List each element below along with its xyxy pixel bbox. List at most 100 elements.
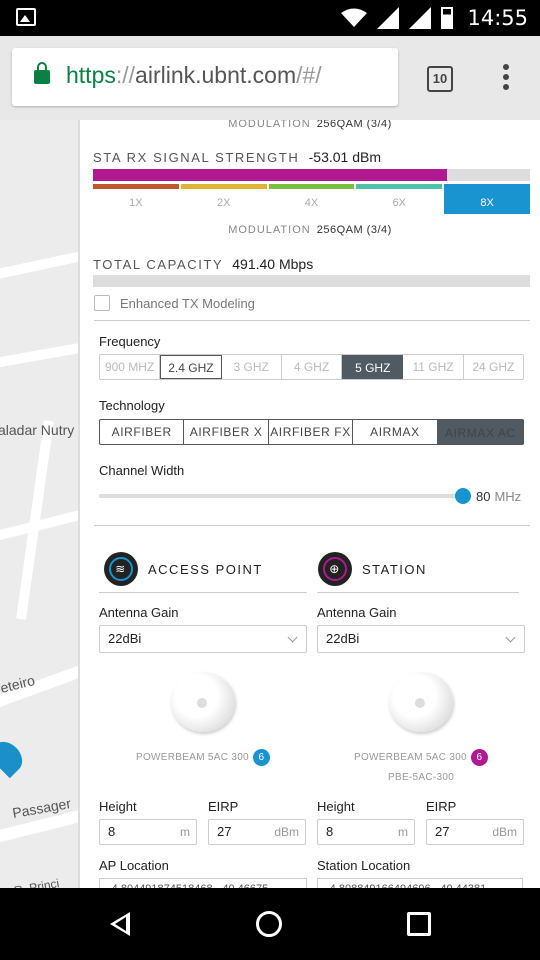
station-header-line (317, 592, 519, 593)
technology-label: Technology (99, 398, 165, 413)
technology-option-airfiber-fx[interactable]: AIRFIBER FX (269, 420, 354, 444)
lock-icon (34, 62, 50, 84)
signal-strength-value: -53.01 dBm (308, 149, 381, 165)
station-model: PBE-5AC-300 (388, 772, 455, 783)
address-bar[interactable]: https://airlink.ubnt.com/#/ (12, 48, 398, 106)
ap-height-value: 8 (108, 824, 116, 839)
frequency-option-4-ghz[interactable]: 4 GHZ (282, 355, 343, 379)
station-antenna-gain-label: Antenna Gain (317, 605, 397, 620)
frequency-option-11-ghz[interactable]: 11 GHZ (403, 355, 464, 379)
modulation-step-1x: 1X (93, 184, 179, 214)
modulation-step-2x: 2X (180, 184, 267, 214)
modulation-value: 256QAM (3/4) (316, 224, 392, 236)
channel-width-label: Channel Width (99, 463, 185, 478)
wifi-icon (341, 8, 368, 27)
channel-width-unit: MHz (494, 489, 522, 504)
ap-product-name: POWERBEAM 5AC 300 (136, 752, 249, 763)
ap-height-input[interactable]: 8m (99, 819, 197, 845)
map-label-street-4: R. Princi (13, 876, 61, 888)
frequency-option-24-ghz[interactable]: 24 GHZ (464, 355, 523, 379)
url-text[interactable]: https://airlink.ubnt.com/#/ (66, 62, 322, 89)
android-status-bar: 14:55 (0, 0, 540, 36)
tab-switcher-button[interactable]: 10 (427, 66, 453, 92)
modulation-top: MODULATION 256QAM (3/4) (80, 120, 540, 130)
channel-width-slider-thumb[interactable] (455, 488, 471, 504)
ap-eirp-input[interactable]: 27 dBm (208, 819, 306, 845)
ap-header-line (99, 592, 307, 593)
station-height-input[interactable]: 8m (317, 819, 415, 845)
modulation-top-value: 256QAM (3/4) (316, 120, 392, 130)
channel-width-number: 80 (476, 489, 491, 504)
ap-antenna-image (171, 672, 235, 732)
technology-selector: AIRFIBER AIRFIBER X AIRFIBER FX AIRMAX AIRMA… (99, 419, 524, 445)
modulation-step-4x: 4X (268, 184, 355, 214)
signal-strength-title: STA RX SIGNAL STRENGTH -53.01 dBm (93, 149, 381, 165)
url-path: /#/ (296, 62, 322, 88)
map-marker-icon[interactable] (0, 735, 29, 779)
signal-strength-bar (93, 169, 530, 181)
battery-icon (441, 7, 454, 29)
technology-option-airmax-ac[interactable]: AIRMAX AC (437, 420, 524, 444)
station-height-unit: m (398, 825, 408, 839)
modulation-step-6x: 6X (356, 184, 443, 214)
station-heading: STATION (362, 561, 427, 577)
url-host: airlink.ubnt.com (135, 62, 297, 88)
map-label-street-1: aladar Nutry (0, 422, 75, 438)
modulation-label: MODULATION (228, 224, 311, 236)
station-product[interactable]: POWERBEAM 5AC 300 6 (354, 749, 488, 766)
station-product-name: POWERBEAM 5AC 300 (354, 752, 467, 763)
enhanced-tx-row[interactable]: Enhanced TX Modeling (94, 295, 255, 311)
ap-antenna-gain-value: 22dBi (108, 631, 142, 646)
image-notification-icon (16, 8, 36, 26)
overflow-menu-icon[interactable] (496, 64, 516, 94)
station-eirp-label: EIRP (426, 799, 457, 814)
station-eirp-value: 27 (435, 824, 450, 839)
chevron-down-icon (287, 632, 298, 643)
capacity-label: TOTAL CAPACITY (93, 257, 224, 272)
frequency-option-2-4-ghz[interactable]: 2.4 GHZ (160, 355, 222, 379)
access-point-icon: ≋ (104, 552, 138, 586)
enhanced-tx-label: Enhanced TX Modeling (120, 295, 255, 311)
home-icon[interactable] (256, 911, 282, 937)
ap-count-badge: 6 (252, 749, 270, 766)
ap-antenna-gain-label: Antenna Gain (99, 605, 179, 620)
station-antenna-gain-select[interactable]: 22dBi (317, 625, 525, 653)
station-eirp-input[interactable]: 27 dBm (426, 819, 524, 845)
station-header: ⊕ STATION (318, 552, 427, 586)
signal-strength-fill (93, 169, 447, 181)
ap-location-input[interactable]: -4.804491874518468, -40.46675 (99, 878, 307, 888)
android-navigation-bar (0, 888, 540, 960)
station-icon: ⊕ (318, 552, 352, 586)
link-planner-panel: MODULATION 256QAM (3/4) STA RX SIGNAL STR… (78, 120, 540, 888)
channel-width-value: 80 MHz (476, 489, 521, 504)
ap-product[interactable]: POWERBEAM 5AC 300 6 (136, 749, 270, 766)
station-height-value: 8 (326, 824, 334, 839)
ap-eirp-label: EIRP (208, 799, 239, 814)
frequency-option-5-ghz[interactable]: 5 GHZ (342, 355, 404, 379)
station-location-label: Station Location (317, 858, 411, 873)
access-point-header: ≋ ACCESS POINT (104, 552, 263, 586)
ap-height-label: Height (99, 799, 137, 814)
map-view[interactable]: aladar Nutry eteiro Passager R. Princi (0, 120, 78, 888)
status-time: 14:55 (467, 6, 528, 30)
station-antenna-image (389, 672, 453, 732)
enhanced-tx-checkbox[interactable] (94, 295, 110, 311)
station-location-input[interactable]: -4.808849166494696, -40.44381 (317, 878, 523, 888)
modulation-scale: 1X 2X 4X 6X 8X (93, 184, 530, 214)
recent-apps-icon[interactable] (407, 912, 431, 936)
technology-option-airfiber-x[interactable]: AIRFIBER X (184, 420, 269, 444)
ap-antenna-gain-select[interactable]: 22dBi (99, 625, 307, 653)
section-divider (94, 320, 530, 321)
modulation-top-label: MODULATION (228, 120, 311, 130)
modulation-current: MODULATION 256QAM (3/4) (80, 224, 540, 236)
frequency-option-900-mhz[interactable]: 900 MHZ (100, 355, 161, 379)
channel-width-slider[interactable] (99, 494, 461, 498)
ap-eirp-unit: dBm (274, 825, 299, 839)
cell-signal-icon (377, 7, 400, 29)
frequency-option-3-ghz[interactable]: 3 GHZ (222, 355, 282, 379)
browser-toolbar: https://airlink.ubnt.com/#/ 10 (0, 36, 540, 120)
technology-option-airfiber[interactable]: AIRFIBER (100, 420, 185, 444)
technology-option-airmax[interactable]: AIRMAX (353, 420, 438, 444)
back-icon[interactable] (110, 912, 130, 936)
url-protocol: https (66, 62, 116, 88)
